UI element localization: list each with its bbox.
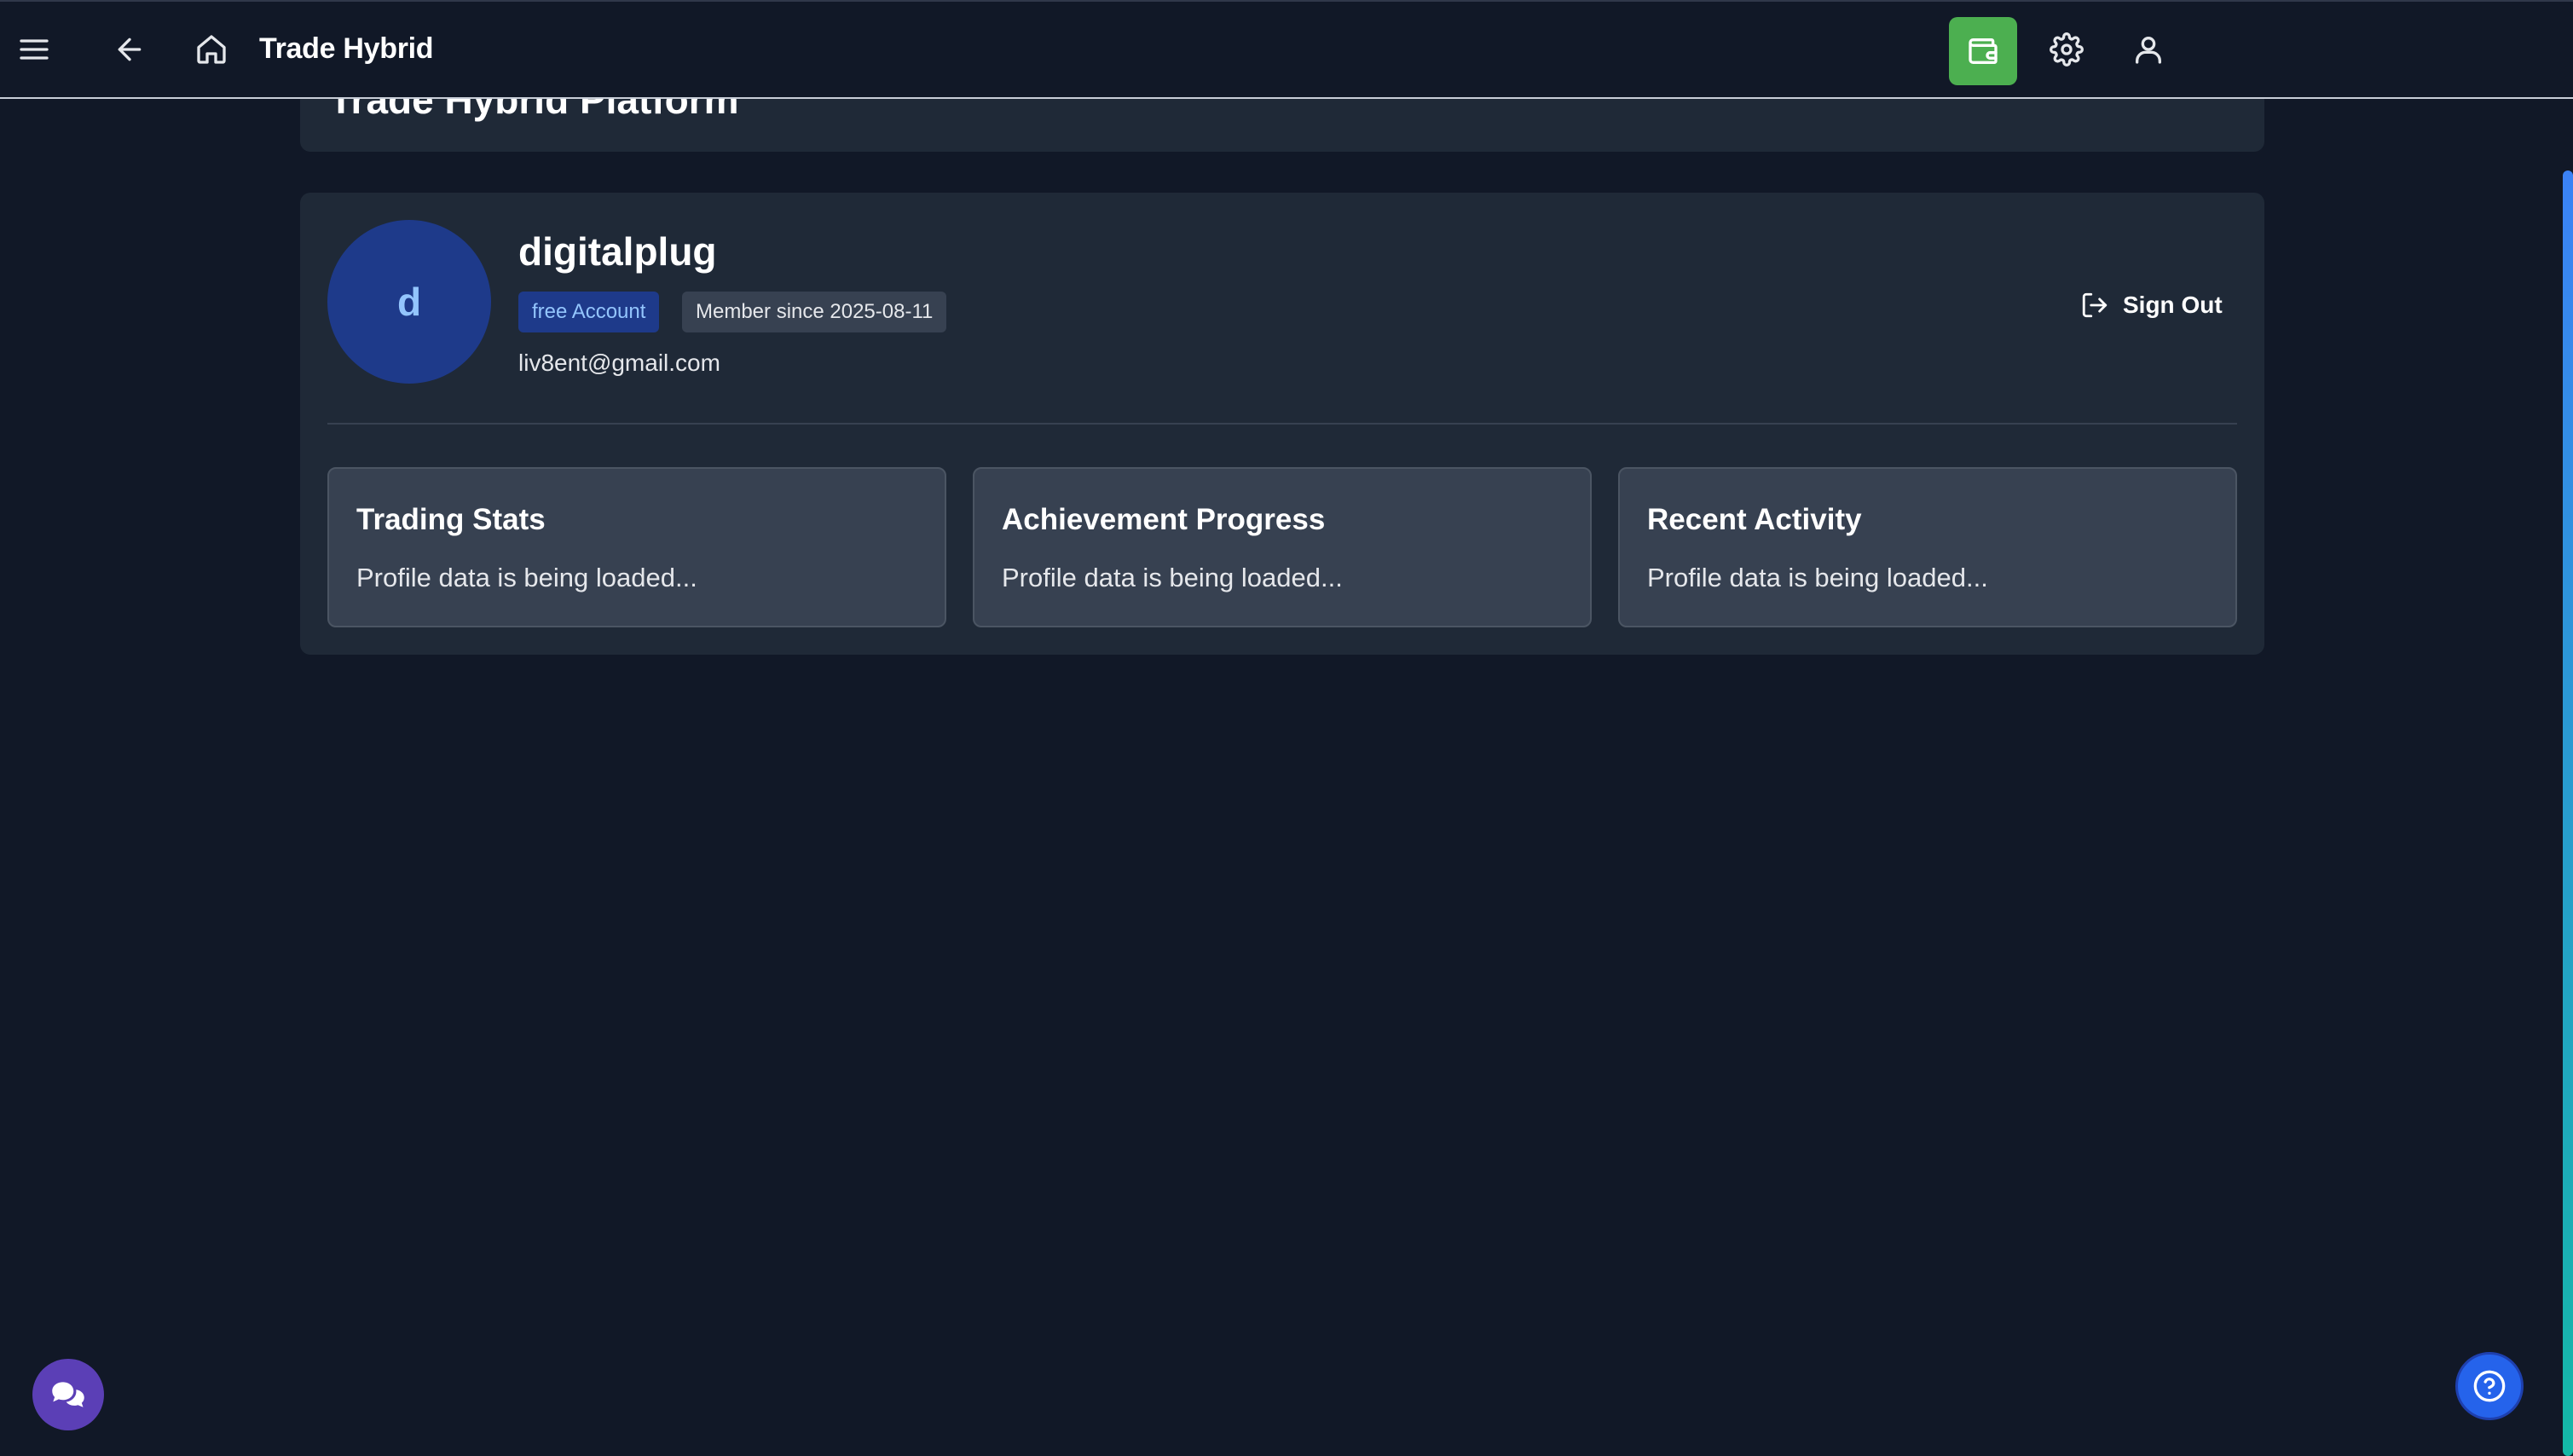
account-type-badge: free Account <box>518 292 660 332</box>
member-since-badge: Member since 2025-08-11 <box>682 292 947 332</box>
app-title: Trade Hybrid <box>259 32 434 65</box>
settings-button[interactable] <box>2036 19 2097 80</box>
profile-card: d digitalplug free Account Member since … <box>300 193 2264 655</box>
card-title: Trading Stats <box>356 503 546 536</box>
menu-button[interactable] <box>3 19 65 80</box>
achievement-progress-card: Achievement Progress Profile data is bei… <box>973 467 1592 627</box>
top-header: Trade Hybrid <box>0 0 2573 99</box>
sign-out-label: Sign Out <box>2123 292 2223 318</box>
chat-bubbles-icon <box>52 1382 84 1407</box>
sign-out-button[interactable]: Sign Out <box>2070 281 2233 329</box>
user-icon <box>2136 37 2161 64</box>
logout-icon <box>2082 292 2108 318</box>
profile-divider <box>327 423 2237 425</box>
user-email: liv8ent@gmail.com <box>518 350 720 376</box>
help-circle-icon <box>2473 1370 2506 1402</box>
card-status-text: Profile data is being loaded... <box>1002 563 1343 592</box>
username: digitalplug <box>518 229 717 274</box>
wallet-button[interactable] <box>1949 17 2017 85</box>
chat-button[interactable] <box>32 1359 104 1430</box>
home-button[interactable] <box>181 19 242 80</box>
scrollbar[interactable] <box>2563 170 2573 1456</box>
user-button[interactable] <box>2118 19 2179 80</box>
menu-icon <box>20 39 49 60</box>
arrow-left-icon <box>118 38 142 61</box>
trading-stats-card: Trading Stats Profile data is being load… <box>327 467 946 627</box>
gear-icon <box>2050 32 2084 66</box>
card-status-text: Profile data is being loaded... <box>1647 563 1988 592</box>
help-button[interactable] <box>2455 1352 2524 1420</box>
card-status-text: Profile data is being loaded... <box>356 563 697 592</box>
home-icon <box>197 35 226 64</box>
wallet-icon <box>1969 38 1998 65</box>
card-title: Recent Activity <box>1647 503 1862 536</box>
avatar: d <box>327 220 491 384</box>
recent-activity-card: Recent Activity Profile data is being lo… <box>1618 467 2237 627</box>
back-button[interactable] <box>99 19 160 80</box>
card-title: Achievement Progress <box>1002 503 1326 536</box>
